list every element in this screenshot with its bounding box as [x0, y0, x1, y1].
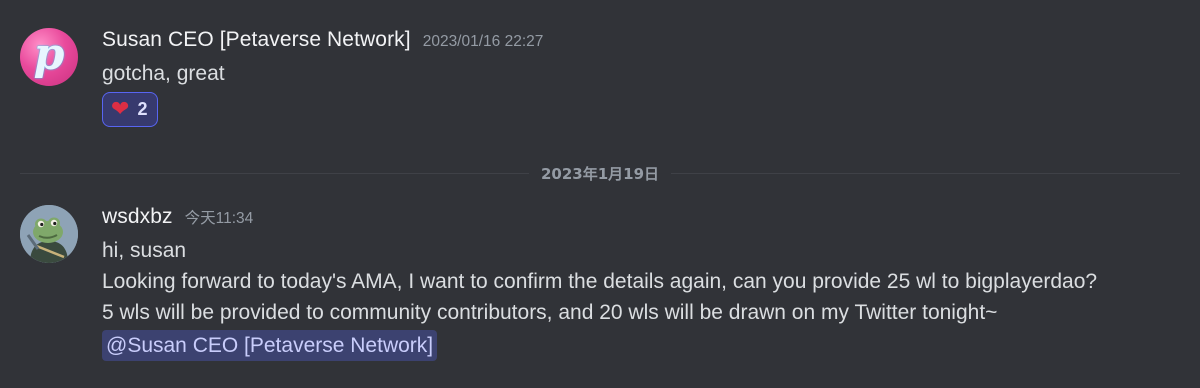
message-text: Looking forward to today's AMA, I want t… — [102, 270, 1098, 293]
message-header: wsdxbz 今天11:34 — [102, 205, 1190, 235]
avatar[interactable] — [20, 205, 78, 263]
chat-message-list: p Susan CEO [Petaverse Network] 2023/01/… — [0, 0, 1200, 388]
message-text: hi, susan — [102, 239, 187, 262]
message-content: wsdxbz 今天11:34 hi, susan Looking forward… — [102, 205, 1190, 361]
timestamp[interactable]: 今天11:34 — [185, 206, 254, 228]
message-content: Susan CEO [Petaverse Network] 2023/01/16… — [102, 28, 1190, 127]
message-header: Susan CEO [Petaverse Network] 2023/01/16… — [102, 28, 1190, 58]
message-text: 5 wls will be provided to community cont… — [102, 301, 998, 324]
reaction-button[interactable]: ❤ 2 — [102, 92, 159, 127]
divider-line — [20, 172, 529, 174]
reaction-count: 2 — [137, 99, 148, 119]
frog-avatar-icon — [20, 205, 78, 263]
heart-icon: ❤ — [111, 96, 130, 122]
date-divider-label: 2023年1月19日 — [540, 164, 660, 183]
message-text: gotcha, great — [102, 62, 225, 85]
username[interactable]: wsdxbz — [102, 205, 173, 229]
avatar[interactable]: p — [20, 28, 78, 86]
timestamp[interactable]: 2023/01/16 22:27 — [423, 33, 544, 51]
divider-line — [671, 172, 1180, 174]
user-mention[interactable]: @Susan CEO [Petaverse Network] — [102, 330, 438, 361]
avatar-letter: p — [33, 29, 65, 80]
date-divider: 2023年1月19日 — [20, 163, 1180, 183]
username[interactable]: Susan CEO [Petaverse Network] — [102, 28, 411, 52]
